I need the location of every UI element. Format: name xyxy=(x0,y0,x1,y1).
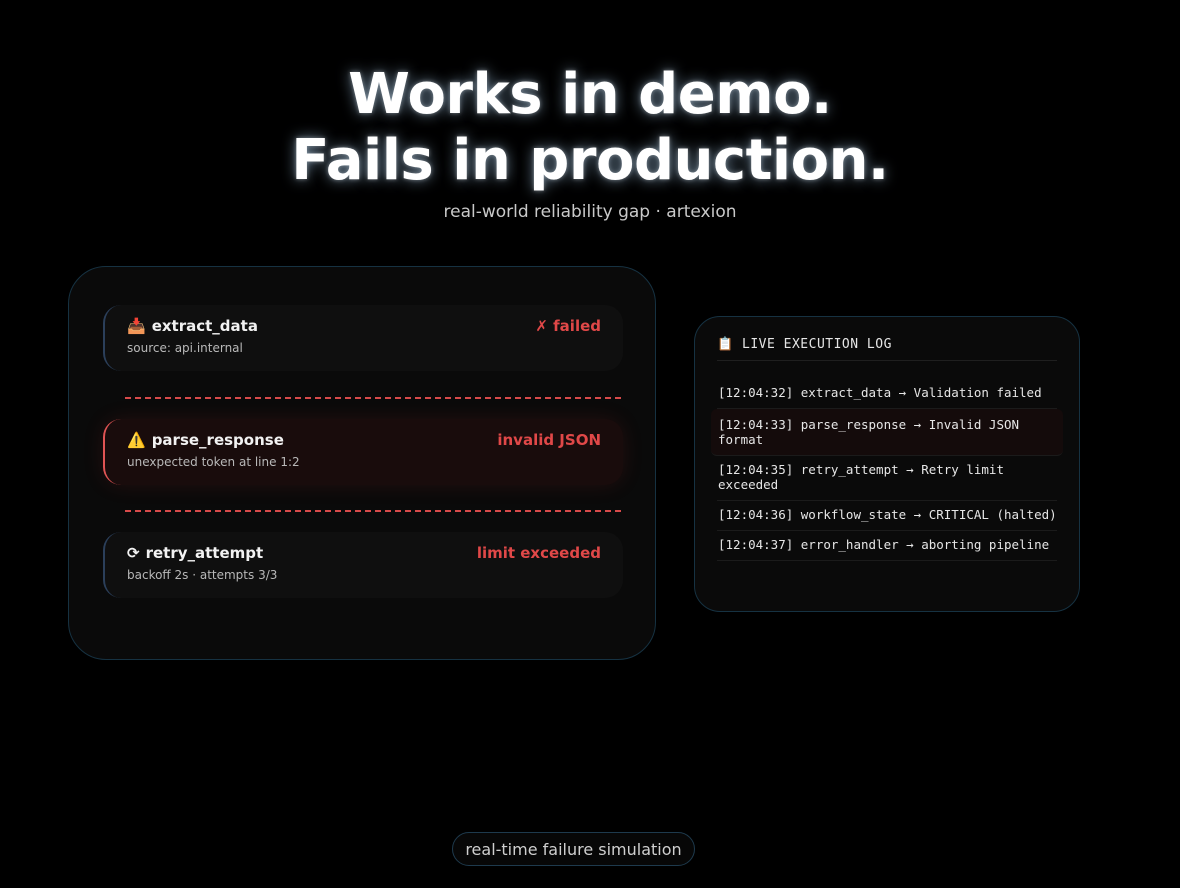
failure-connector xyxy=(125,397,621,399)
log-entry-highlighted: [12:04:33] parse_response → Invalid JSON… xyxy=(711,409,1063,456)
log-entry: [12:04:37] error_handler → aborting pipe… xyxy=(717,531,1057,561)
clipboard-icon: 📋 xyxy=(717,337,734,352)
step-detail: source: api.internal xyxy=(127,341,243,355)
step-detail: unexpected token at line 1:2 xyxy=(127,455,300,469)
step-name: extract_data xyxy=(151,317,258,335)
simulation-badge: real-time failure simulation xyxy=(452,832,695,866)
hero: Works in demo. Fails in production. real… xyxy=(0,62,1180,222)
warning-icon: ⚠️ xyxy=(127,431,146,449)
pipeline-card: 📥 extract_data ✗ failed source: api.inter… xyxy=(68,266,656,660)
step-retry-attempt[interactable]: ⟳ retry_attempt limit exceeded backoff 2s… xyxy=(103,532,623,598)
step-status: limit exceeded xyxy=(476,544,601,562)
step-extract-data[interactable]: 📥 extract_data ✗ failed source: api.inter… xyxy=(103,305,623,371)
log-entry: [12:04:35] retry_attempt → Retry limit e… xyxy=(717,456,1057,501)
failure-connector xyxy=(125,510,621,512)
title-line-1: Works in demo. xyxy=(348,62,832,127)
log-entry: [12:04:36] workflow_state → CRITICAL (ha… xyxy=(717,501,1057,531)
inbox-tray-icon: 📥 xyxy=(127,317,146,335)
step-status: ✗ failed xyxy=(535,317,601,335)
step-detail: backoff 2s · attempts 3/3 xyxy=(127,568,278,582)
step-parse-response[interactable]: ⚠️ parse_response invalid JSON unexpected… xyxy=(103,419,623,485)
step-name: parse_response xyxy=(151,431,284,449)
log-title: 📋 LIVE EXECUTION LOG xyxy=(717,337,1057,361)
log-list[interactable]: [12:04:32] extract_data → Validation fai… xyxy=(711,379,1063,561)
title-line-2: Fails in production. xyxy=(291,128,889,193)
retry-icon: ⟳ xyxy=(127,544,140,562)
step-name: retry_attempt xyxy=(145,544,264,562)
page-title: Works in demo. Fails in production. xyxy=(0,62,1180,194)
page-subtitle: real-world reliability gap · artexion xyxy=(443,202,737,222)
execution-log-panel: 📋 LIVE EXECUTION LOG [12:04:32] extract_… xyxy=(694,316,1080,612)
step-status: invalid JSON xyxy=(497,431,601,449)
log-entry: [12:04:32] extract_data → Validation fai… xyxy=(717,379,1057,409)
